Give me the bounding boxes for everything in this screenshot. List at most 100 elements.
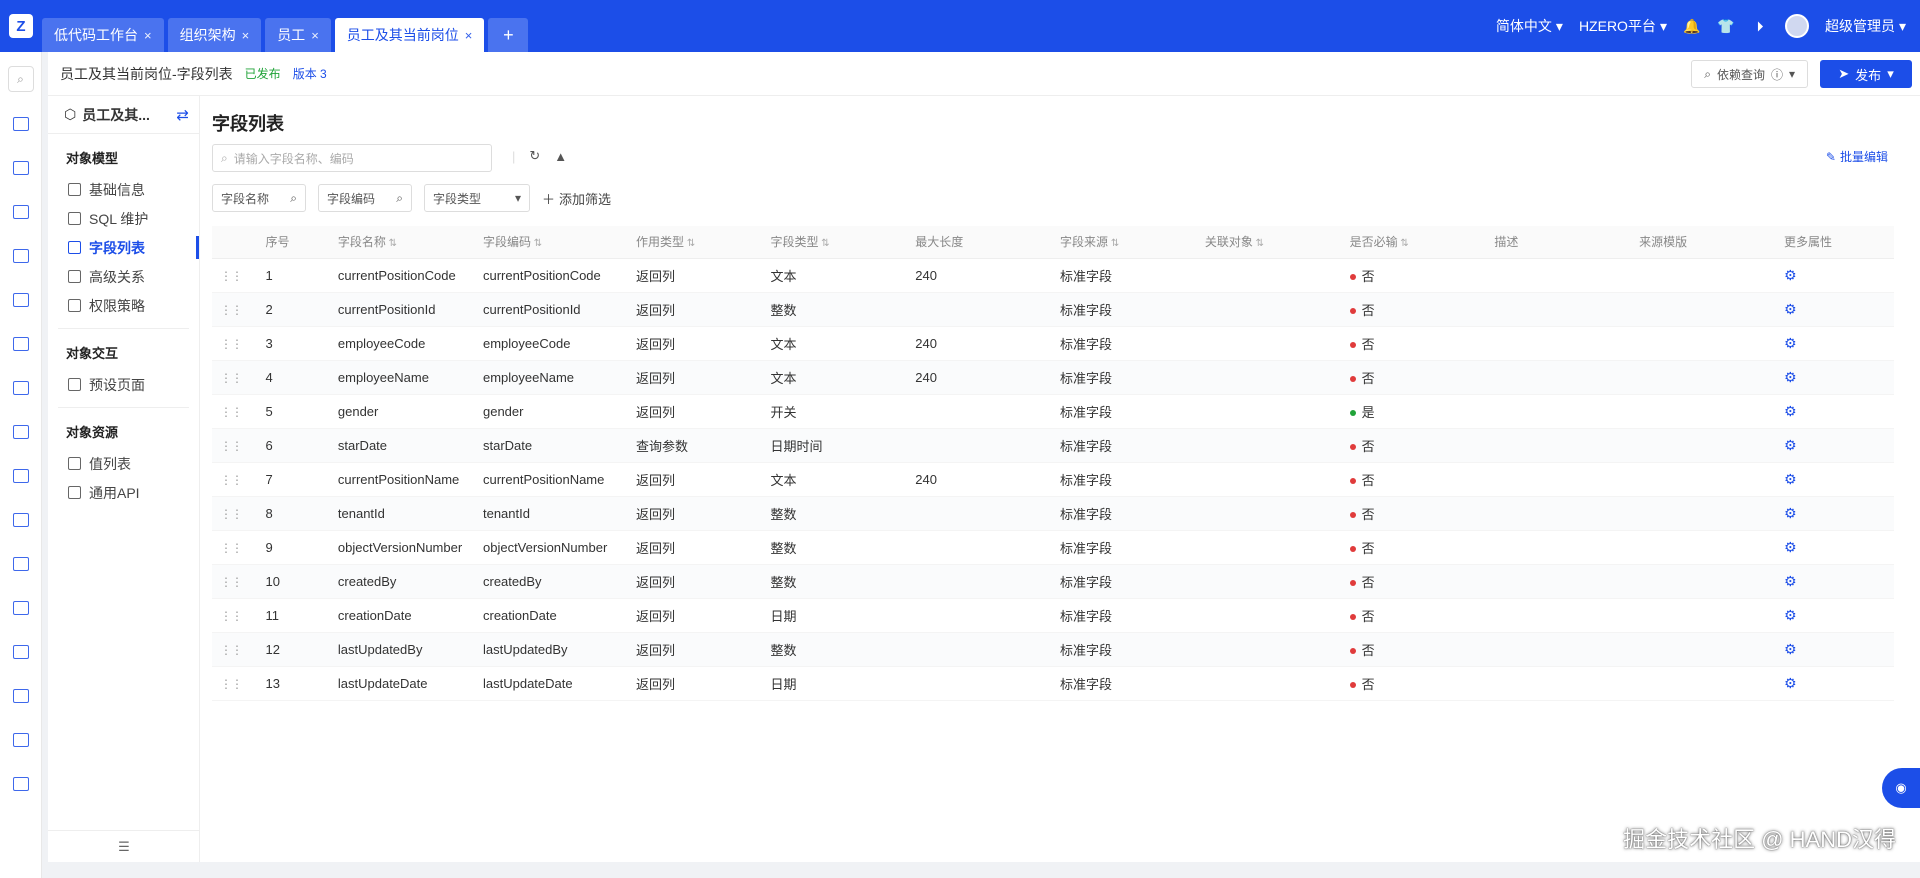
menu-icon[interactable] xyxy=(0,366,42,410)
search-input[interactable]: ⌕ 请输入字段名称、编码 xyxy=(212,144,492,172)
table-row[interactable]: ⋮⋮ 2 currentPositionId currentPositionId 返回列… xyxy=(212,292,1894,327)
field-type-filter[interactable]: 字段类型 ▾ xyxy=(424,184,530,212)
table-row[interactable]: ⋮⋮ 6 starDate starDate 查询参数 日期时间 标准字段否 ⚙ xyxy=(212,428,1894,463)
gear-icon[interactable]: ⚙ xyxy=(1784,437,1797,453)
gear-icon[interactable]: ⚙ xyxy=(1784,301,1797,317)
cell-name[interactable]: currentPositionId xyxy=(329,292,475,327)
column-header[interactable]: 作用类型 ⇅ xyxy=(628,226,763,259)
menu-icon[interactable] xyxy=(0,234,42,278)
table-row[interactable]: ⋮⋮ 10 createdBy createdBy 返回列 整数 标准字段否 ⚙ xyxy=(212,564,1894,599)
nav-item[interactable]: 字段列表 xyxy=(48,233,199,262)
nav-item[interactable]: 值列表 xyxy=(48,449,199,478)
language-select[interactable]: 简体中文 ▾ xyxy=(1496,16,1563,36)
menu-icon[interactable] xyxy=(0,498,42,542)
menu-icon[interactable] xyxy=(0,322,42,366)
drag-handle-icon[interactable]: ⋮⋮ xyxy=(220,677,243,691)
menu-icon[interactable] xyxy=(0,542,42,586)
close-icon[interactable]: × xyxy=(144,28,152,43)
add-tab-button[interactable]: + xyxy=(488,18,529,52)
field-name-filter[interactable]: 字段名称 ⌕ xyxy=(212,184,306,212)
gear-icon[interactable]: ⚙ xyxy=(1784,369,1797,385)
gear-icon[interactable]: ⚙ xyxy=(1784,335,1797,351)
table-row[interactable]: ⋮⋮ 3 employeeCode employeeCode 返回列 文本 240 标准字段否… xyxy=(212,326,1894,361)
cell-name[interactable]: starDate xyxy=(329,428,475,463)
search-icon[interactable]: ⌕ xyxy=(7,66,34,92)
cell-name[interactable]: lastUpdatedBy xyxy=(329,632,475,667)
cell-name[interactable]: currentPositionCode xyxy=(329,258,475,293)
user-menu[interactable]: 超级管理员 ▾ xyxy=(1825,16,1906,36)
close-icon[interactable]: × xyxy=(465,28,473,43)
sort-icon[interactable]: ⇅ xyxy=(1108,238,1119,249)
cell-name[interactable]: employeeCode xyxy=(329,326,475,361)
batch-edit-button[interactable]: ✎ 批量编辑 xyxy=(1826,148,1888,165)
table-row[interactable]: ⋮⋮ 9 objectVersionNumber objectVersionNumbe… xyxy=(212,530,1894,565)
sort-icon[interactable]: ⇅ xyxy=(819,238,829,249)
nav-item[interactable]: 权限策略 xyxy=(48,291,199,320)
switch-icon[interactable]: ⇄ xyxy=(176,106,189,124)
table-row[interactable]: ⋮⋮ 13 lastUpdateDate lastUpdateDate 返回列 日期 标准字… xyxy=(212,666,1894,701)
tab-1[interactable]: 组织架构 × xyxy=(167,18,262,52)
collapse-up-icon[interactable]: ▲ xyxy=(554,149,567,164)
table-row[interactable]: ⋮⋮ 12 lastUpdatedBy lastUpdatedBy 返回列 整数 标准字段否… xyxy=(212,632,1894,667)
assistant-icon[interactable]: ◉ xyxy=(1882,768,1920,808)
sort-icon[interactable]: ⇅ xyxy=(1253,238,1264,249)
nav-item[interactable]: SQL 维护 xyxy=(48,204,199,233)
sort-icon[interactable]: ⇅ xyxy=(684,238,695,249)
drag-handle-icon[interactable]: ⋮⋮ xyxy=(220,303,243,317)
tab-0[interactable]: 低代码工作台 × xyxy=(42,18,164,52)
menu-icon[interactable] xyxy=(0,674,42,718)
sort-icon[interactable]: ⇅ xyxy=(386,238,397,249)
drag-handle-icon[interactable]: ⋮⋮ xyxy=(220,643,243,657)
cell-name[interactable]: createdBy xyxy=(329,564,475,599)
field-code-filter[interactable]: 字段编码 ⌕ xyxy=(318,184,412,212)
drag-handle-icon[interactable]: ⋮⋮ xyxy=(220,337,243,351)
gear-icon[interactable]: ⚙ xyxy=(1784,573,1797,589)
nav-item[interactable]: 预设页面 xyxy=(48,370,199,399)
column-header[interactable]: 字段类型 ⇅ xyxy=(762,226,908,259)
menu-icon[interactable] xyxy=(0,190,42,234)
menu-icon[interactable] xyxy=(0,718,42,762)
nav-item[interactable]: 通用API xyxy=(48,478,199,507)
menu-icon[interactable] xyxy=(0,410,42,454)
app-logo[interactable]: Z xyxy=(0,0,42,52)
drag-handle-icon[interactable]: ⋮⋮ xyxy=(220,405,243,419)
table-row[interactable]: ⋮⋮ 5 gender gender 返回列 开关 标准字段是 ⚙ xyxy=(212,394,1894,429)
close-icon[interactable]: × xyxy=(242,28,250,43)
gear-icon[interactable]: ⚙ xyxy=(1784,471,1797,487)
refresh-icon[interactable]: ↻ xyxy=(529,148,540,164)
play-icon[interactable]: ⏵ xyxy=(1751,17,1769,35)
gear-icon[interactable]: ⚙ xyxy=(1784,403,1797,419)
drag-handle-icon[interactable]: ⋮⋮ xyxy=(220,541,243,555)
cell-name[interactable]: creationDate xyxy=(329,598,475,633)
table-row[interactable]: ⋮⋮ 4 employeeName employeeName 返回列 文本 240 标准字段否… xyxy=(212,360,1894,395)
table-row[interactable]: ⋮⋮ 8 tenantId tenantId 返回列 整数 标准字段否 ⚙ xyxy=(212,496,1894,531)
collapse-icon[interactable]: ☰ xyxy=(48,830,200,862)
drag-handle-icon[interactable]: ⋮⋮ xyxy=(220,575,243,589)
cell-name[interactable]: employeeName xyxy=(329,360,475,395)
bell-icon[interactable]: 🔔 xyxy=(1683,17,1701,35)
column-header[interactable]: 字段名称 ⇅ xyxy=(329,226,475,259)
table-row[interactable]: ⋮⋮ 7 currentPositionName currentPositionNam… xyxy=(212,462,1894,497)
gear-icon[interactable]: ⚙ xyxy=(1784,505,1797,521)
menu-icon[interactable] xyxy=(0,586,42,630)
tab-3[interactable]: 员工及其当前岗位 × xyxy=(334,18,485,52)
cell-name[interactable]: lastUpdateDate xyxy=(329,666,475,701)
close-icon[interactable]: × xyxy=(311,28,319,43)
gear-icon[interactable]: ⚙ xyxy=(1784,267,1797,283)
column-header[interactable]: 关联对象 ⇅ xyxy=(1196,226,1342,259)
gear-icon[interactable]: ⚙ xyxy=(1784,607,1797,623)
add-filter-button[interactable]: ＋添加筛选 xyxy=(542,189,611,208)
menu-icon[interactable] xyxy=(0,278,42,322)
column-header[interactable]: 是否必输 ⇅ xyxy=(1341,226,1487,259)
drag-handle-icon[interactable]: ⋮⋮ xyxy=(220,269,243,283)
menu-icon[interactable] xyxy=(0,630,42,674)
drag-handle-icon[interactable]: ⋮⋮ xyxy=(220,371,243,385)
column-header[interactable]: 字段编码 ⇅ xyxy=(474,226,629,259)
drag-handle-icon[interactable]: ⋮⋮ xyxy=(220,507,243,521)
gear-icon[interactable]: ⚙ xyxy=(1784,539,1797,555)
cell-name[interactable]: objectVersionNumber xyxy=(329,530,475,565)
nav-item[interactable]: 高级关系 xyxy=(48,262,199,291)
publish-button[interactable]: ➤ 发布 ▾ xyxy=(1820,60,1912,88)
drag-handle-icon[interactable]: ⋮⋮ xyxy=(220,609,243,623)
menu-icon[interactable] xyxy=(0,146,42,190)
